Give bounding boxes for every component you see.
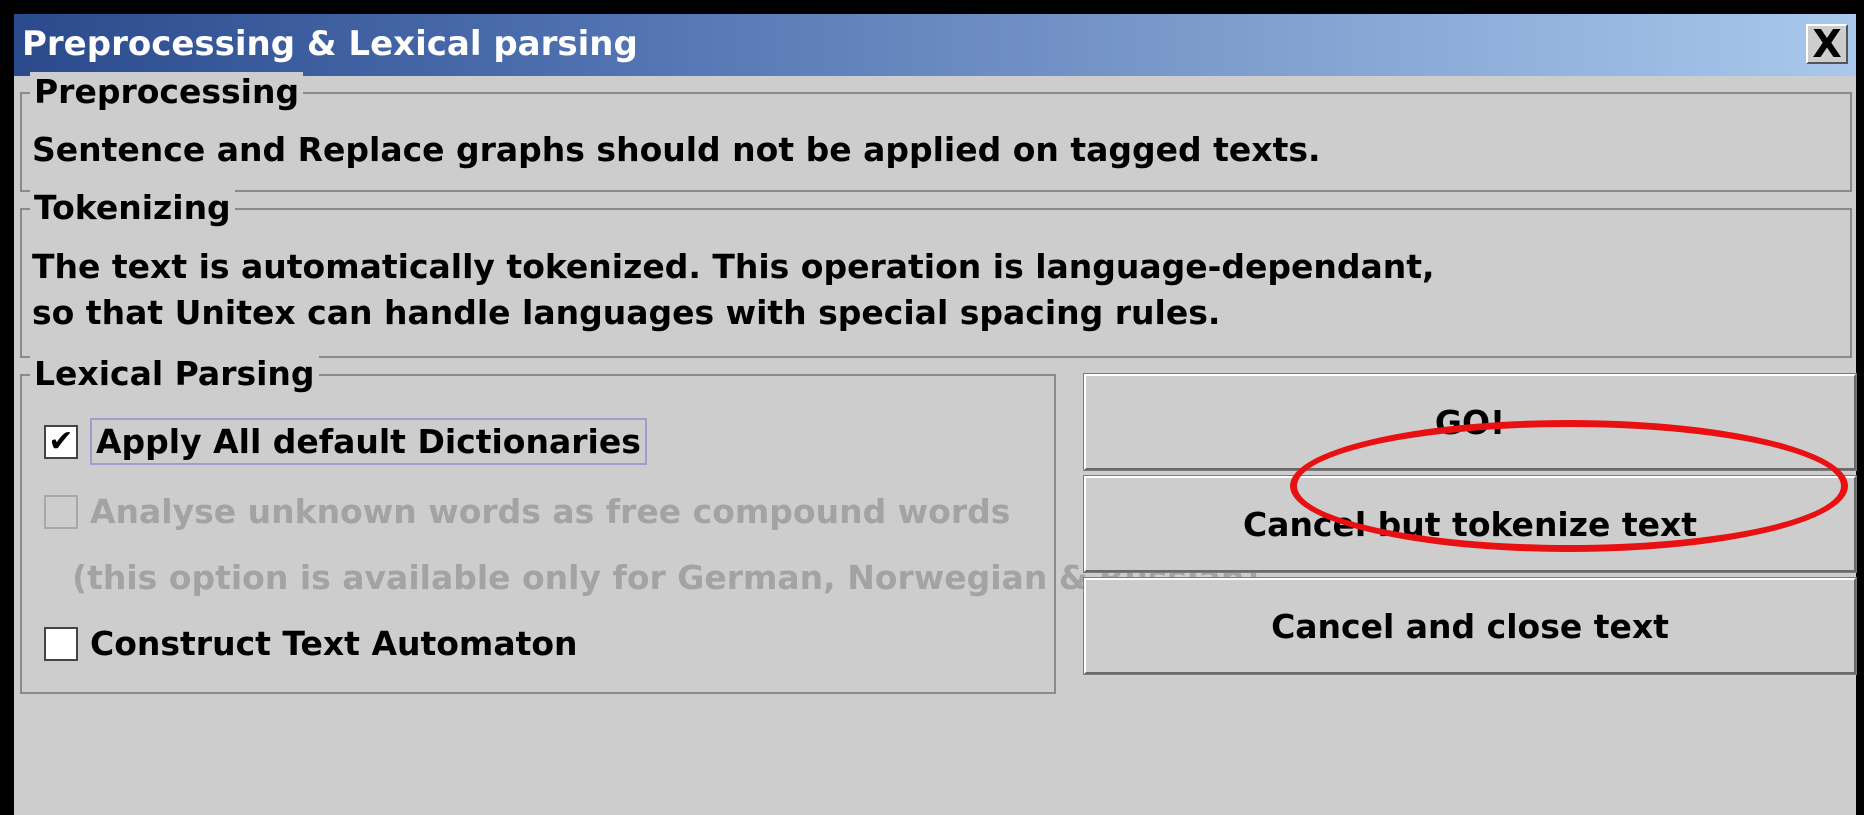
tokenizing-text-line2: so that Unitex can handle languages with… [32,293,1221,332]
tokenizing-legend: Tokenizing [30,188,235,227]
lexical-parsing-legend: Lexical Parsing [30,354,319,393]
text-automaton-option[interactable]: Construct Text Automaton [44,624,578,663]
text-automaton-checkbox[interactable] [44,626,78,661]
preprocessing-text: Sentence and Replace graphs should not b… [32,130,1321,169]
tokenizing-group: Tokenizing The text is automatically tok… [20,188,1852,358]
free-compound-note: (this option is available only for Germa… [72,558,1260,597]
preprocessing-legend: Preprocessing [30,72,304,111]
window-title: Preprocessing & Lexical parsing [22,24,638,64]
title-bar[interactable]: Preprocessing & Lexical parsing X [14,14,1856,76]
free-compound-checkbox [44,494,78,529]
apply-dictionaries-option[interactable]: ✔ Apply All default Dictionaries [44,418,647,465]
dialog-window: Preprocessing & Lexical parsing X Prepro… [14,14,1857,815]
tokenizing-text-line1: The text is automatically tokenized. Thi… [32,247,1435,286]
close-icon[interactable]: X [1806,24,1848,64]
free-compound-label: Analyse unknown words as free compound w… [90,492,1011,531]
go-button[interactable]: GO! [1083,373,1857,471]
apply-dictionaries-checkbox[interactable]: ✔ [44,424,78,459]
cancel-tokenize-button[interactable]: Cancel but tokenize text [1083,475,1857,573]
cancel-close-button[interactable]: Cancel and close text [1083,577,1857,675]
preprocessing-group: Preprocessing Sentence and Replace graph… [20,72,1852,192]
lexical-parsing-group: Lexical Parsing ✔ Apply All default Dict… [20,354,1259,694]
free-compound-option: Analyse unknown words as free compound w… [44,492,1010,531]
text-automaton-label[interactable]: Construct Text Automaton [90,624,578,663]
apply-dictionaries-label[interactable]: Apply All default Dictionaries [90,418,647,465]
